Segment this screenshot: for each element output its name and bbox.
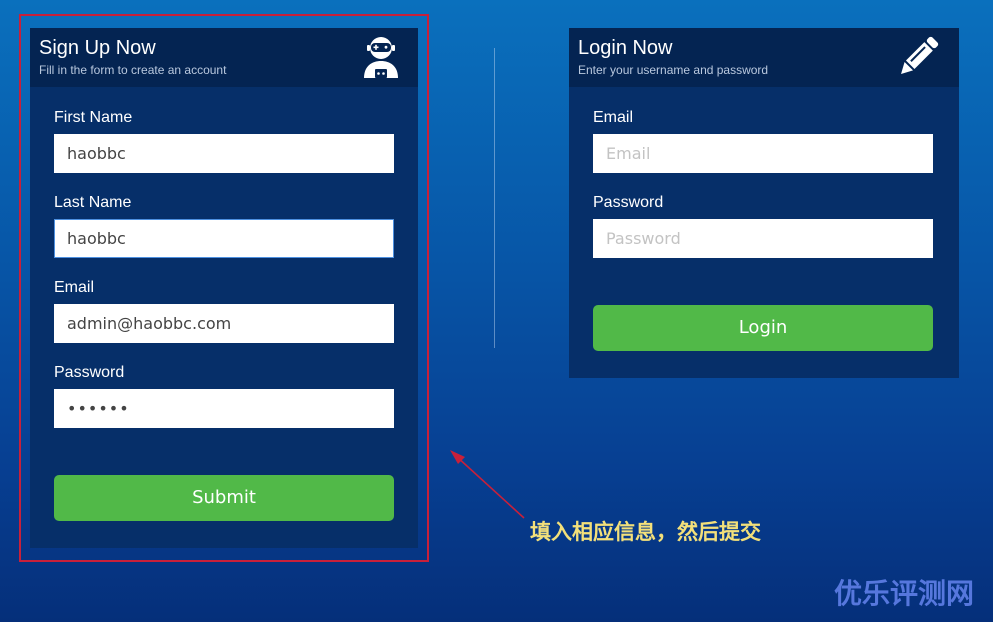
- watermark: 优乐评测网: [834, 577, 975, 610]
- highlight-frame: [19, 14, 429, 562]
- annotation-arrow-icon: [450, 450, 525, 519]
- login-password-label: Password: [593, 194, 664, 211]
- login-title: Login Now: [578, 37, 673, 59]
- pencil-icon: [901, 36, 939, 74]
- login-email-label: Email: [593, 109, 634, 126]
- vertical-divider: [494, 48, 495, 348]
- login-header: Login Now Enter your username and passwo…: [569, 28, 959, 87]
- login-email-input[interactable]: [593, 134, 933, 173]
- login-subtitle: Enter your username and password: [578, 63, 769, 77]
- annotation-text: 填入相应信息，然后提交: [530, 519, 761, 544]
- login-password-input[interactable]: [593, 219, 933, 258]
- login-button[interactable]: Login: [593, 305, 933, 351]
- login-card: Login Now Enter your username and passwo…: [569, 28, 959, 378]
